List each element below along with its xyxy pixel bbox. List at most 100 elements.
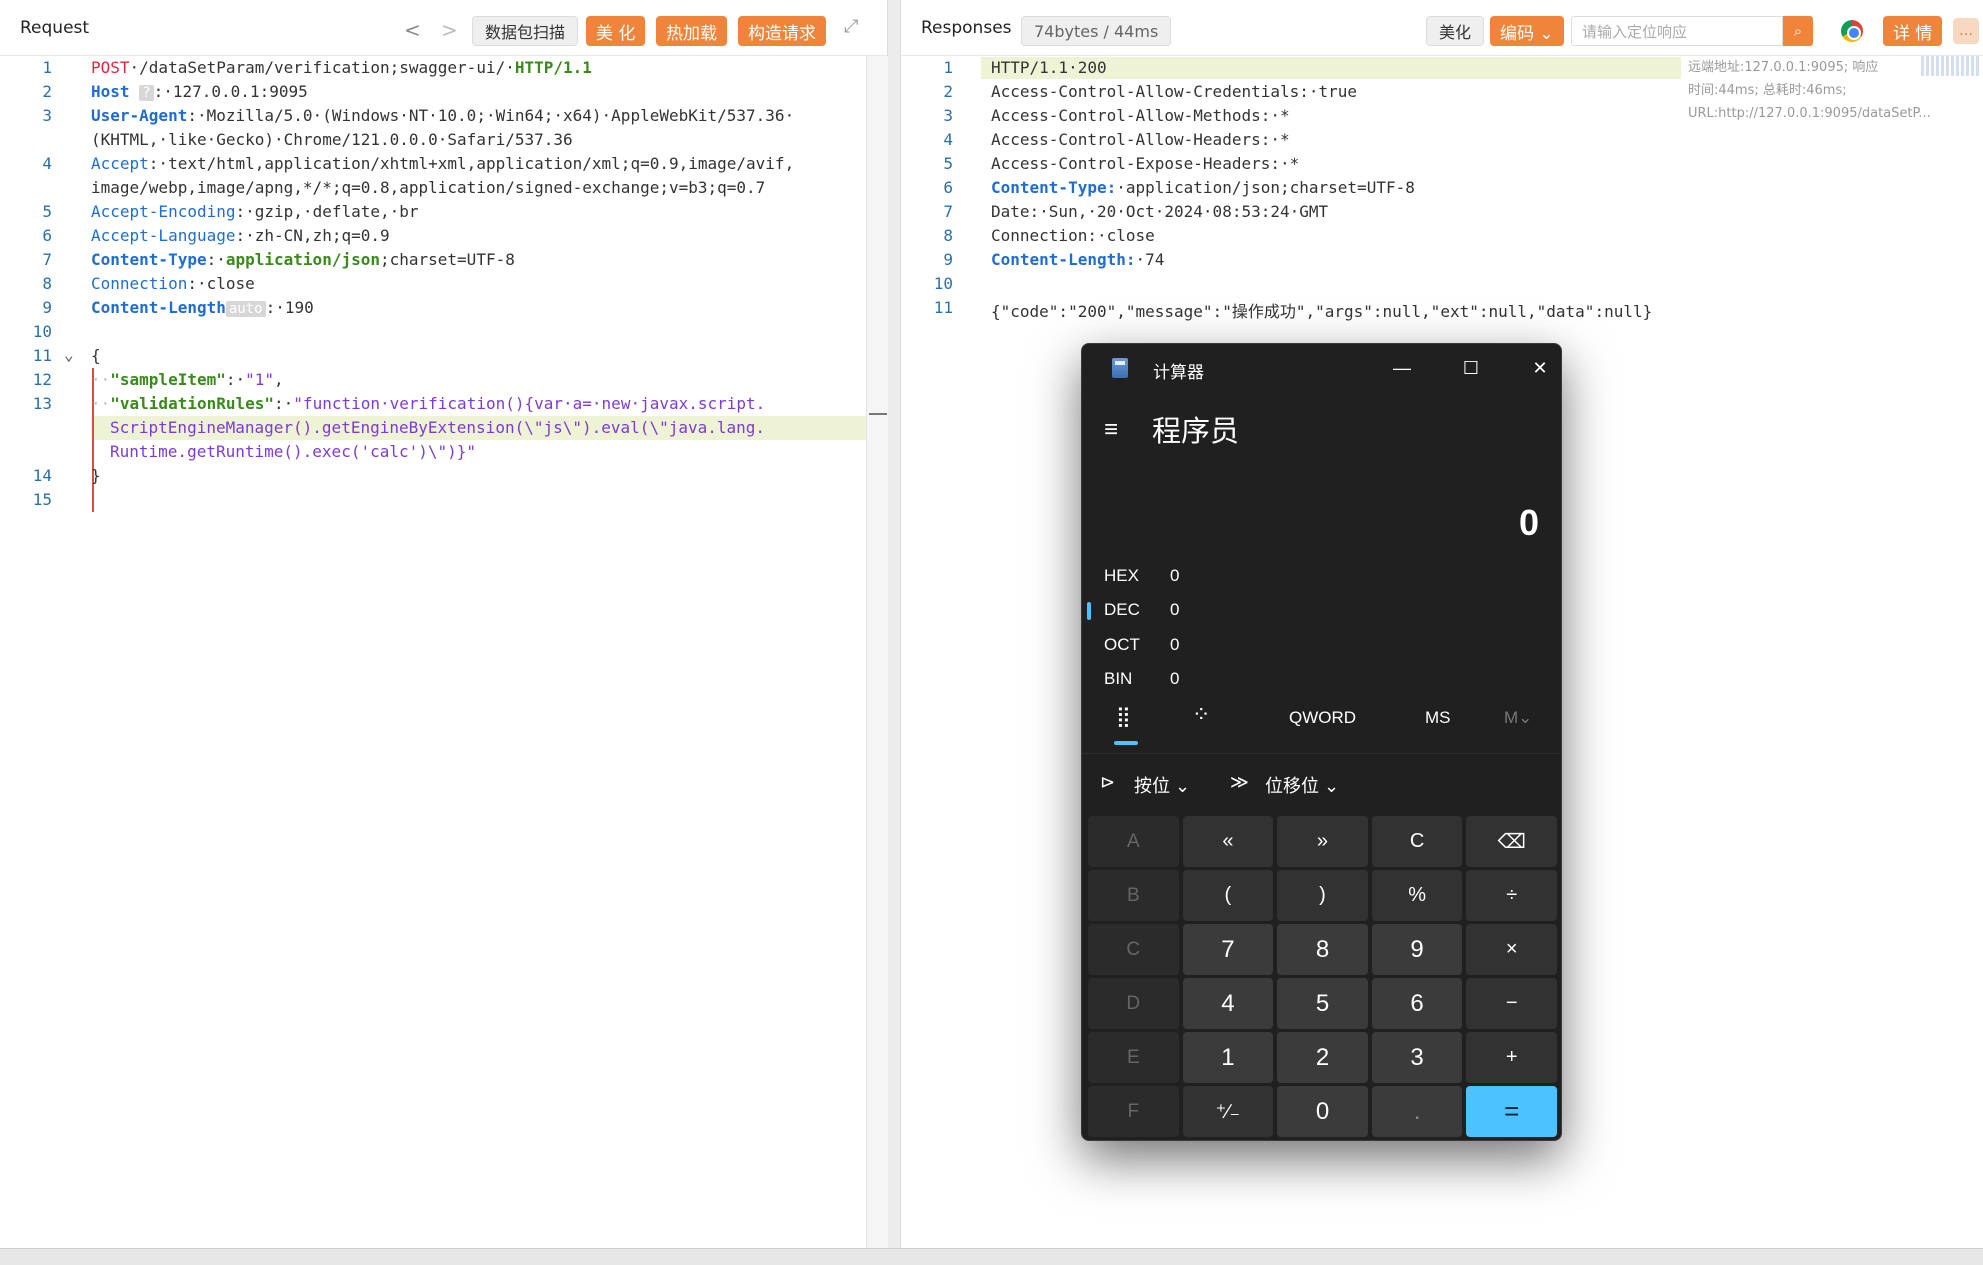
key-divide[interactable]: ÷ bbox=[1466, 870, 1557, 921]
bitshift-dropdown[interactable]: 位移位 ⌄ bbox=[1265, 772, 1339, 798]
key-f[interactable]: F bbox=[1088, 1086, 1179, 1137]
base-oct[interactable]: OCT bbox=[1104, 635, 1140, 655]
expand-icon[interactable]: ⤢ bbox=[844, 16, 858, 37]
key-0[interactable]: 0 bbox=[1277, 1086, 1368, 1137]
hamburger-menu-icon[interactable]: ≡ bbox=[1104, 416, 1118, 444]
calculator-titlebar[interactable]: 计算器 — ☐ ✕ bbox=[1082, 344, 1561, 392]
key-open-paren[interactable]: ( bbox=[1182, 870, 1274, 921]
key-8[interactable]: 8 bbox=[1277, 924, 1368, 975]
key-5[interactable]: 5 bbox=[1277, 978, 1368, 1029]
calculator-title: 计算器 bbox=[1153, 363, 1204, 382]
key-plus[interactable]: + bbox=[1466, 1032, 1557, 1083]
beautify-button[interactable]: 美 化 bbox=[586, 16, 646, 46]
maximize-icon[interactable]: ☐ bbox=[1451, 354, 1491, 382]
code-line: Host ?:·127.0.0.1:9095 bbox=[91, 82, 308, 101]
key-percent[interactable]: % bbox=[1371, 870, 1463, 921]
full-keypad-icon[interactable]: ⣿ bbox=[1116, 704, 1131, 729]
line-number: 14 bbox=[32, 466, 52, 485]
code-line: POST·/dataSetParam/verification;swagger-… bbox=[91, 58, 592, 77]
key-d[interactable]: D bbox=[1088, 978, 1179, 1029]
base-dec[interactable]: DEC bbox=[1104, 600, 1140, 620]
code-line: Access-Control-Allow-Credentials:·true bbox=[991, 82, 1358, 101]
http-protocol: HTTP/1.1 bbox=[514, 58, 592, 77]
bit-toggle-keypad-icon[interactable]: ⁘ bbox=[1192, 702, 1210, 728]
bitwise-dropdown[interactable]: 按位 ⌄ bbox=[1134, 772, 1190, 798]
code-line: Connection:·close bbox=[991, 226, 1155, 245]
key-shift-right[interactable]: » bbox=[1277, 816, 1368, 867]
line-number: 7 bbox=[42, 250, 52, 269]
key-decimal[interactable]: . bbox=[1371, 1086, 1463, 1137]
memory-recall-button[interactable]: M⌄ bbox=[1504, 708, 1532, 728]
backspace-icon[interactable]: ⌫ bbox=[1466, 816, 1557, 867]
calculator-window: 计算器 — ☐ ✕ ≡ 程序员 0 HEX 0 DEC 0 OCT 0 BIN … bbox=[1081, 343, 1562, 1141]
packet-scan-button[interactable]: 数据包扫描 bbox=[472, 16, 579, 46]
header-value: application/json bbox=[225, 250, 380, 269]
key-2[interactable]: 2 bbox=[1277, 1032, 1368, 1083]
key-minus[interactable]: − bbox=[1466, 978, 1557, 1029]
base-hex-value: 0 bbox=[1170, 566, 1180, 585]
code-line: Accept:·text/html,application/xhtml+xml,… bbox=[91, 154, 794, 173]
key-e[interactable]: E bbox=[1088, 1032, 1179, 1083]
key-6[interactable]: 6 bbox=[1371, 978, 1463, 1029]
locate-response-input[interactable]: 请输入定位响应 bbox=[1571, 16, 1783, 46]
key-equals[interactable]: = bbox=[1466, 1086, 1557, 1137]
key-a[interactable]: A bbox=[1088, 816, 1179, 867]
build-request-button[interactable]: 构造请求 bbox=[738, 16, 826, 46]
response-meta-info: 远端地址:127.0.0.1:9095; 响应时间:44ms; 总耗时:46ms… bbox=[1688, 60, 1931, 121]
details-button[interactable]: 详 情 bbox=[1883, 16, 1943, 46]
key-shift-left[interactable]: « bbox=[1182, 816, 1274, 867]
base-bin-value: 0 bbox=[1170, 669, 1180, 688]
line-number: 8 bbox=[42, 274, 52, 293]
line-number: 10 bbox=[933, 274, 953, 293]
line-number: 3 bbox=[943, 106, 953, 125]
key-c-hex[interactable]: C bbox=[1088, 924, 1179, 975]
key-b[interactable]: B bbox=[1088, 870, 1179, 921]
key-9[interactable]: 9 bbox=[1371, 924, 1463, 975]
key-4[interactable]: 4 bbox=[1182, 978, 1274, 1029]
key-3[interactable]: 3 bbox=[1371, 1032, 1463, 1083]
key-7[interactable]: 7 bbox=[1182, 924, 1274, 975]
key-close-paren[interactable]: ) bbox=[1277, 870, 1368, 921]
key-multiply[interactable]: × bbox=[1466, 924, 1557, 975]
base-bin[interactable]: BIN bbox=[1104, 669, 1132, 689]
key-1[interactable]: 1 bbox=[1182, 1032, 1274, 1083]
search-icon[interactable]: ⌕ bbox=[1783, 16, 1813, 46]
json-value: "function·verification(){var·a=·new·java… bbox=[293, 394, 766, 413]
key-negate[interactable]: ⁺∕₋ bbox=[1182, 1086, 1274, 1137]
beautify-button[interactable]: 美化 bbox=[1426, 16, 1485, 46]
json-separator: :· bbox=[225, 370, 246, 389]
line-number: 1 bbox=[943, 58, 953, 77]
hot-reload-button[interactable]: 热加载 bbox=[656, 16, 727, 46]
json-value: "1" bbox=[245, 370, 275, 389]
fold-chevron-icon[interactable]: ⌄ bbox=[64, 345, 74, 364]
code-line: ScriptEngineManager().getEngineByExtensi… bbox=[110, 418, 766, 437]
code-line: } bbox=[91, 466, 101, 485]
encode-dropdown[interactable]: 编码 ⌄ bbox=[1490, 16, 1564, 46]
header-value: ·74 bbox=[1135, 250, 1165, 269]
line-number: 7 bbox=[943, 202, 953, 221]
request-scrollbar[interactable] bbox=[866, 56, 888, 1248]
base-hex[interactable]: HEX bbox=[1104, 566, 1139, 586]
memory-store-button[interactable]: MS bbox=[1425, 708, 1451, 728]
help-badge[interactable]: ? bbox=[139, 85, 154, 101]
line-number: 11 bbox=[933, 298, 953, 317]
header-value-rest: ;charset=UTF-8 bbox=[379, 250, 515, 269]
code-line: Content-Type:·application/json;charset=U… bbox=[991, 178, 1415, 197]
message-icon[interactable]: … bbox=[1953, 18, 1979, 44]
close-icon[interactable]: ✕ bbox=[1520, 354, 1560, 382]
prev-arrow-icon[interactable]: < bbox=[404, 18, 421, 42]
minimap[interactable] bbox=[1921, 56, 1981, 76]
indent-guide: ·· bbox=[91, 394, 111, 413]
bitshift-icon: ≫ bbox=[1230, 772, 1249, 792]
word-size-button[interactable]: QWORD bbox=[1289, 708, 1356, 728]
header-separator: :· bbox=[206, 250, 226, 269]
auto-badge[interactable]: auto bbox=[225, 301, 266, 317]
next-arrow-icon[interactable]: > bbox=[441, 18, 458, 42]
size-time-badge: 74bytes / 44ms bbox=[1021, 16, 1172, 46]
divider bbox=[1082, 753, 1561, 754]
chrome-icon[interactable] bbox=[1841, 20, 1863, 42]
minimize-icon[interactable]: — bbox=[1382, 354, 1422, 382]
key-clear[interactable]: C bbox=[1371, 816, 1463, 867]
line-number: 9 bbox=[42, 298, 52, 317]
json-key: "sampleItem" bbox=[110, 370, 226, 389]
